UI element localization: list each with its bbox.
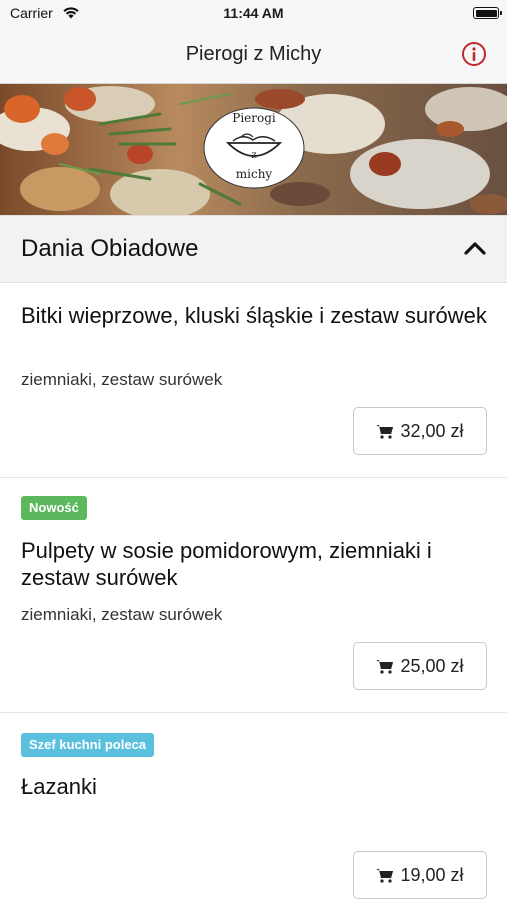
restaurant-logo: Pierogi z michy bbox=[203, 107, 305, 189]
add-to-cart-button[interactable]: 19,00 zł bbox=[353, 851, 487, 899]
clock: 11:44 AM bbox=[223, 5, 284, 21]
restaurant-banner: Pierogi z michy bbox=[0, 84, 507, 215]
price-label: 19,00 zł bbox=[400, 864, 464, 885]
logo-text-bottom: michy bbox=[235, 167, 273, 181]
price-label: 25,00 zł bbox=[400, 655, 464, 676]
status-bar: Carrier 11:44 AM bbox=[0, 0, 507, 26]
page-title: Pierogi z Michy bbox=[185, 43, 322, 65]
menu-item[interactable]: Szef kuchni poleca Łazanki 19,00 zł bbox=[0, 713, 507, 900]
cart-icon bbox=[376, 868, 394, 883]
chevron-up-icon[interactable] bbox=[463, 240, 487, 256]
menu-item-name: Pulpety w sosie pomidorowym, ziemniaki i… bbox=[21, 538, 432, 590]
battery-icon bbox=[473, 7, 502, 19]
navigation-bar: Pierogi z Michy bbox=[0, 26, 507, 84]
price-label: 32,00 zł bbox=[400, 420, 464, 441]
info-icon[interactable] bbox=[461, 41, 487, 67]
logo-text-middle: z bbox=[251, 150, 257, 161]
menu-item[interactable]: Bitki wieprzowe, kluski śląskie i zestaw… bbox=[0, 283, 507, 478]
menu-item-description: ziemniaki, zestaw surówek bbox=[21, 605, 223, 624]
category-title: Dania Obiadowe bbox=[21, 235, 199, 262]
logo-text-top: Pierogi bbox=[232, 111, 276, 125]
add-to-cart-button[interactable]: 25,00 zł bbox=[353, 642, 487, 690]
category-header[interactable]: Dania Obiadowe bbox=[0, 215, 507, 283]
add-to-cart-button[interactable]: 32,00 zł bbox=[353, 407, 487, 455]
chef-recommends-badge: Szef kuchni poleca bbox=[21, 733, 155, 757]
menu-item-description: ziemniaki, zestaw surówek bbox=[21, 370, 223, 389]
cart-icon bbox=[376, 659, 394, 674]
menu-item-name: Łazanki bbox=[21, 774, 97, 799]
new-badge: Nowość bbox=[21, 496, 87, 520]
menu-item-name: Bitki wieprzowe, kluski śląskie i zestaw… bbox=[21, 303, 487, 328]
menu-item[interactable]: Nowość Pulpety w sosie pomidorowym, ziem… bbox=[0, 478, 507, 713]
cart-icon bbox=[376, 424, 394, 439]
